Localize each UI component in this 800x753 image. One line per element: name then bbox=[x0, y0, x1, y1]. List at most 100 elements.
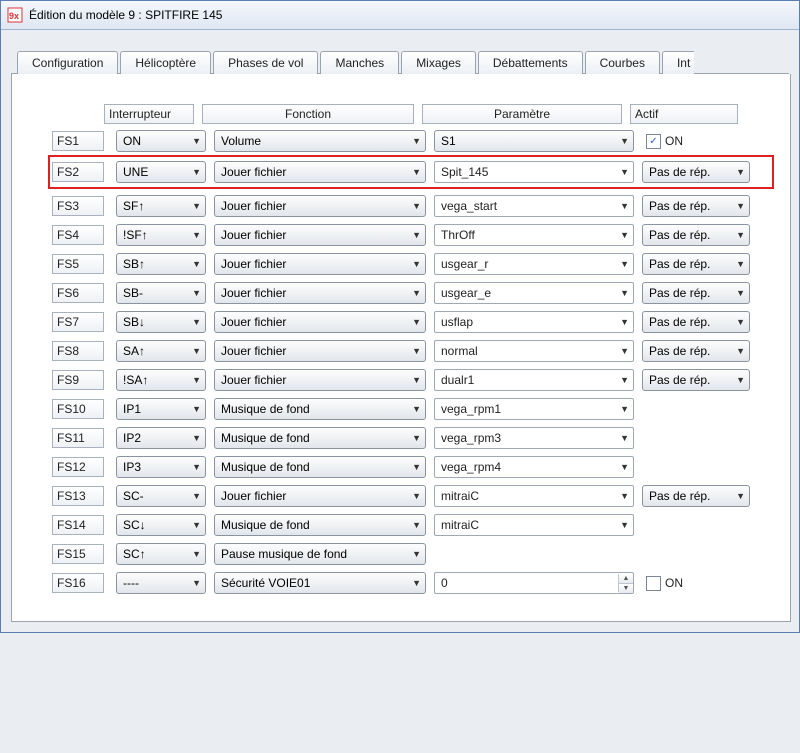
parameter-value: vega_start bbox=[441, 199, 497, 213]
table-row: FS6SB-▼Jouer fichier▼usgear_e▼Pas de rép… bbox=[52, 282, 770, 304]
parameter-select[interactable]: usgear_r▼ bbox=[434, 253, 634, 275]
function-select[interactable]: Sécurité VOIE01▼ bbox=[214, 572, 426, 594]
function-select[interactable]: Jouer fichier▼ bbox=[214, 161, 426, 183]
spin-up-icon[interactable]: ▲ bbox=[619, 574, 633, 584]
function-select[interactable]: Musique de fond▼ bbox=[214, 427, 426, 449]
header-fonction: Fonction bbox=[202, 104, 414, 124]
chevron-down-icon: ▼ bbox=[412, 288, 421, 298]
function-select[interactable]: Jouer fichier▼ bbox=[214, 253, 426, 275]
switch-value: SB↑ bbox=[123, 257, 145, 271]
parameter-select[interactable]: ThrOff▼ bbox=[434, 224, 634, 246]
function-select[interactable]: Jouer fichier▼ bbox=[214, 311, 426, 333]
active-checkbox-label: ON bbox=[665, 576, 683, 590]
chevron-down-icon: ▼ bbox=[412, 549, 421, 559]
active-select[interactable]: Pas de rép.▼ bbox=[642, 195, 750, 217]
function-select[interactable]: Volume▼ bbox=[214, 130, 426, 152]
function-select[interactable]: Musique de fond▼ bbox=[214, 456, 426, 478]
active-select[interactable]: Pas de rép.▼ bbox=[642, 282, 750, 304]
tab-int[interactable]: Int bbox=[662, 51, 694, 74]
switch-select[interactable]: IP1▼ bbox=[116, 398, 206, 420]
chevron-down-icon: ▼ bbox=[736, 491, 745, 501]
parameter-select[interactable]: Spit_145▼ bbox=[434, 161, 634, 183]
active-select[interactable]: Pas de rép.▼ bbox=[642, 161, 750, 183]
function-select[interactable]: Jouer fichier▼ bbox=[214, 195, 426, 217]
chevron-down-icon: ▼ bbox=[192, 491, 201, 501]
active-select[interactable]: Pas de rép.▼ bbox=[642, 224, 750, 246]
active-select[interactable]: Pas de rép.▼ bbox=[642, 311, 750, 333]
tab-mixages[interactable]: Mixages bbox=[401, 51, 476, 74]
switch-select[interactable]: !SF↑▼ bbox=[116, 224, 206, 246]
fs-label: FS1 bbox=[52, 131, 104, 151]
chevron-down-icon: ▼ bbox=[412, 136, 421, 146]
switch-select[interactable]: SC↓▼ bbox=[116, 514, 206, 536]
table-row: FS7SB↓▼Jouer fichier▼usflap▼Pas de rép.▼ bbox=[52, 311, 770, 333]
parameter-select[interactable]: vega_rpm1▼ bbox=[434, 398, 634, 420]
active-checkbox-wrap: ON bbox=[642, 576, 754, 591]
parameter-value: vega_rpm3 bbox=[441, 431, 501, 445]
parameter-value: 0 bbox=[441, 576, 448, 590]
parameter-select[interactable]: vega_start▼ bbox=[434, 195, 634, 217]
tab-d-battements[interactable]: Débattements bbox=[478, 51, 583, 74]
function-value: Jouer fichier bbox=[221, 286, 286, 300]
parameter-select[interactable]: mitraiC▼ bbox=[434, 514, 634, 536]
parameter-select[interactable]: mitraiC▼ bbox=[434, 485, 634, 507]
parameter-select[interactable]: normal▼ bbox=[434, 340, 634, 362]
chevron-down-icon: ▼ bbox=[736, 230, 745, 240]
function-select[interactable]: Musique de fond▼ bbox=[214, 398, 426, 420]
switch-value: UNE bbox=[123, 165, 148, 179]
function-select[interactable]: Jouer fichier ▼ bbox=[214, 282, 426, 304]
active-checkbox[interactable] bbox=[646, 576, 661, 591]
switch-select[interactable]: IP2▼ bbox=[116, 427, 206, 449]
function-select[interactable]: Pause musique de fond▼ bbox=[214, 543, 426, 565]
switch-select[interactable]: SA↑▼ bbox=[116, 340, 206, 362]
tabstrip: ConfigurationHélicoptèrePhases de volMan… bbox=[11, 50, 789, 74]
function-value: Jouer fichier bbox=[221, 199, 286, 213]
table-row: FS12IP3▼Musique de fond▼vega_rpm4▼ bbox=[52, 456, 770, 478]
switch-select[interactable]: UNE▼ bbox=[116, 161, 206, 183]
tab-manches[interactable]: Manches bbox=[320, 51, 399, 74]
table-row: FS4!SF↑▼Jouer fichier▼ThrOff▼Pas de rép.… bbox=[52, 224, 770, 246]
switch-select[interactable]: ON▼ bbox=[116, 130, 206, 152]
fs-label: FS10 bbox=[52, 399, 104, 419]
switch-select[interactable]: SC-▼ bbox=[116, 485, 206, 507]
tab-configuration[interactable]: Configuration bbox=[17, 51, 118, 74]
chevron-down-icon: ▼ bbox=[192, 201, 201, 211]
switch-select[interactable]: IP3▼ bbox=[116, 456, 206, 478]
function-select[interactable]: Jouer fichier▼ bbox=[214, 224, 426, 246]
switch-select[interactable]: SF↑▼ bbox=[116, 195, 206, 217]
chevron-down-icon: ▼ bbox=[192, 462, 201, 472]
parameter-select[interactable]: dualr1▼ bbox=[434, 369, 634, 391]
switch-select[interactable]: SC↑▼ bbox=[116, 543, 206, 565]
parameter-select[interactable]: vega_rpm3▼ bbox=[434, 427, 634, 449]
function-select[interactable]: Jouer fichier▼ bbox=[214, 485, 426, 507]
parameter-value: mitraiC bbox=[441, 518, 479, 532]
function-value: Jouer fichier bbox=[221, 165, 286, 179]
switch-select[interactable]: SB↓▼ bbox=[116, 311, 206, 333]
switch-select[interactable]: SB↑▼ bbox=[116, 253, 206, 275]
switch-select[interactable]: !SA↑▼ bbox=[116, 369, 206, 391]
active-checkbox[interactable]: ✓ bbox=[646, 134, 661, 149]
function-select[interactable]: Jouer fichier▼ bbox=[214, 369, 426, 391]
parameter-select[interactable]: usgear_e▼ bbox=[434, 282, 634, 304]
tab-h-licopt-re[interactable]: Hélicoptère bbox=[120, 51, 211, 74]
spin-down-icon[interactable]: ▼ bbox=[619, 584, 633, 593]
switch-select[interactable]: ----▼ bbox=[116, 572, 206, 594]
table-row: FS13SC-▼Jouer fichier▼mitraiC▼Pas de rép… bbox=[52, 485, 770, 507]
active-select[interactable]: Pas de rép.▼ bbox=[642, 369, 750, 391]
chevron-down-icon: ▼ bbox=[192, 375, 201, 385]
parameter-spinner[interactable]: 0 ▲▼ bbox=[434, 572, 634, 594]
function-select[interactable]: Musique de fond▼ bbox=[214, 514, 426, 536]
active-select[interactable]: Pas de rép.▼ bbox=[642, 253, 750, 275]
tab-courbes[interactable]: Courbes bbox=[585, 51, 660, 74]
parameter-select[interactable]: usflap▼ bbox=[434, 311, 634, 333]
tab-phases-de-vol[interactable]: Phases de vol bbox=[213, 51, 318, 74]
switch-select[interactable]: SB-▼ bbox=[116, 282, 206, 304]
parameter-select[interactable]: S1▼ bbox=[434, 130, 634, 152]
active-select[interactable]: Pas de rép.▼ bbox=[642, 485, 750, 507]
active-select[interactable]: Pas de rép.▼ bbox=[642, 340, 750, 362]
active-value: Pas de rép. bbox=[649, 373, 710, 387]
parameter-value: mitraiC bbox=[441, 489, 479, 503]
function-select[interactable]: Jouer fichier▼ bbox=[214, 340, 426, 362]
parameter-select[interactable]: vega_rpm4▼ bbox=[434, 456, 634, 478]
fs-label: FS5 bbox=[52, 254, 104, 274]
